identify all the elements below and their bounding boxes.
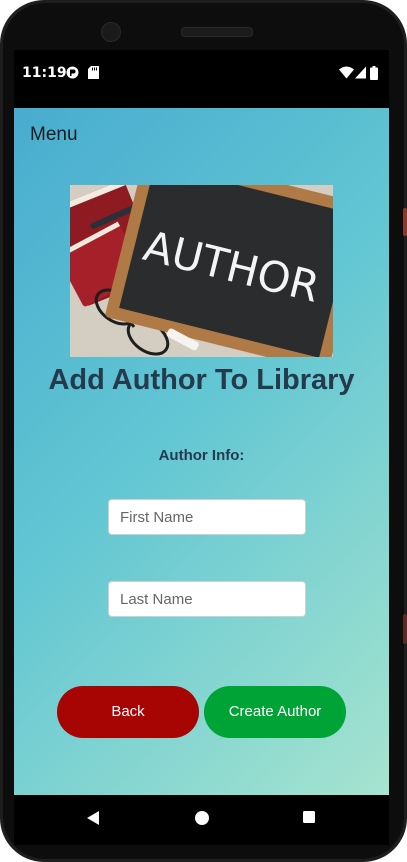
back-triangle-icon[interactable] <box>86 810 100 826</box>
recents-square-icon[interactable] <box>302 810 316 824</box>
hero-image: AUTHOR <box>70 185 333 357</box>
screen: 11:19 Menu AUTHOR Add Author To Library … <box>14 50 389 845</box>
battery-icon <box>370 66 378 80</box>
page-title: Add Author To Library <box>48 364 355 396</box>
back-button[interactable]: Back <box>57 686 199 738</box>
status-bar: 11:19 <box>14 50 389 108</box>
sd-card-icon <box>88 66 99 79</box>
phone-frame: 11:19 Menu AUTHOR Add Author To Library … <box>0 0 407 862</box>
side-button[interactable] <box>403 208 407 236</box>
section-label: Author Info: <box>158 447 245 464</box>
nav-bar <box>14 795 389 845</box>
first-name-input[interactable] <box>108 499 306 535</box>
menu-button[interactable]: Menu <box>30 124 78 146</box>
cell-signal-icon <box>355 66 366 79</box>
home-circle-icon[interactable] <box>194 810 210 826</box>
front-camera <box>101 22 121 42</box>
status-time: 11:19 <box>22 65 67 81</box>
create-author-button[interactable]: Create Author <box>204 686 346 738</box>
side-button[interactable] <box>403 614 407 644</box>
app-notification-icon <box>66 66 79 79</box>
app-content: Menu AUTHOR Add Author To Library Author… <box>14 108 389 795</box>
wifi-icon <box>339 66 354 79</box>
earpiece-speaker <box>181 27 253 37</box>
last-name-input[interactable] <box>108 581 306 617</box>
